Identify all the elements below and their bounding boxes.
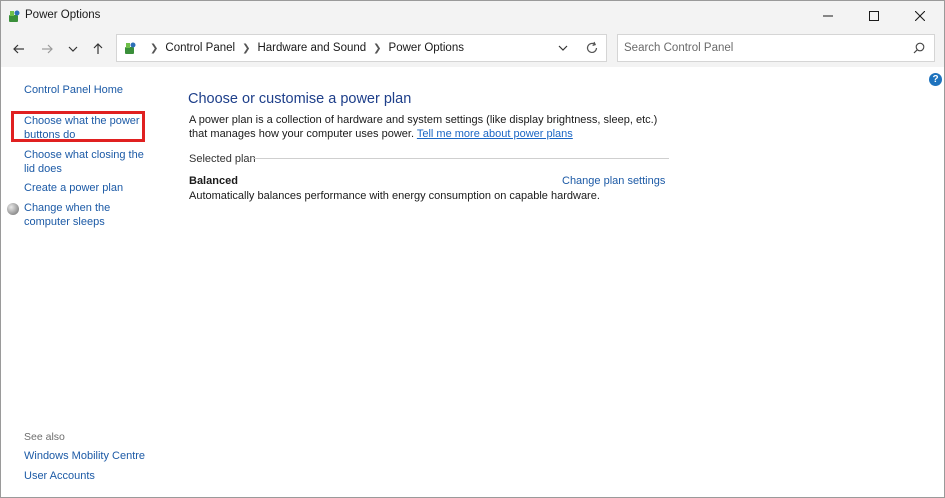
see-also-mobility-centre[interactable]: Windows Mobility Centre	[24, 450, 145, 464]
maximize-button[interactable]	[851, 1, 897, 31]
breadcrumb-separator-icon: ❯	[150, 42, 159, 54]
maximize-icon	[869, 11, 879, 21]
plan-name: Balanced	[189, 175, 238, 187]
window-title: Power Options	[25, 9, 101, 21]
up-button[interactable]	[88, 39, 108, 59]
learn-more-link[interactable]: Tell me more about power plans	[417, 128, 573, 140]
breadcrumb-separator-icon: ❯	[373, 42, 382, 54]
breadcrumb-separator-icon: ❯	[242, 42, 251, 54]
address-bar[interactable]: ❯ Control Panel ❯ Hardware and Sound ❯ P…	[116, 34, 607, 62]
sidebar-item-sleep[interactable]: Change when the computer sleeps	[24, 202, 154, 229]
breadcrumb: ❯ Control Panel ❯ Hardware and Sound ❯ P…	[143, 42, 464, 54]
forward-button[interactable]	[37, 39, 57, 59]
address-dropdown-icon[interactable]	[557, 42, 569, 54]
close-button[interactable]	[897, 1, 943, 31]
sidebar-item-create-plan[interactable]: Create a power plan	[24, 182, 123, 196]
recent-locations-button[interactable]	[63, 39, 83, 59]
change-plan-settings-link[interactable]: Change plan settings	[562, 175, 665, 187]
back-button[interactable]	[9, 39, 29, 59]
page-title: Choose or customise a power plan	[188, 91, 412, 107]
search-box[interactable]	[617, 34, 935, 62]
control-panel-icon	[125, 42, 136, 54]
title-bar: Power Options	[1, 1, 944, 31]
sidebar-item-closing-lid[interactable]: Choose what closing the lid does	[24, 149, 152, 176]
minimize-button[interactable]	[805, 1, 851, 31]
plan-description: Automatically balances performance with …	[189, 190, 600, 202]
see-also-user-accounts[interactable]: User Accounts	[24, 470, 95, 484]
minimize-icon	[823, 15, 833, 17]
page-description: A power plan is a collection of hardware…	[189, 114, 659, 141]
chevron-down-icon	[68, 46, 78, 52]
sidebar-item-control-panel-home[interactable]: Control Panel Home	[24, 84, 123, 98]
power-options-app-icon	[9, 10, 20, 22]
arrow-up-icon	[93, 43, 103, 54]
power-options-window: Power Options ❯ Control Panel ❯ Hardware…	[0, 0, 945, 498]
help-icon[interactable]: ?	[929, 73, 942, 86]
close-icon	[915, 11, 925, 21]
breadcrumb-control-panel[interactable]: Control Panel	[165, 42, 235, 54]
arrow-right-icon	[42, 44, 53, 54]
search-icon[interactable]	[913, 42, 925, 54]
sleep-moon-icon	[7, 203, 19, 215]
highlight-box	[11, 111, 145, 142]
refresh-icon[interactable]	[585, 41, 599, 55]
section-divider	[253, 158, 669, 159]
arrow-left-icon	[13, 44, 24, 54]
selected-plan-label: Selected plan	[189, 153, 256, 165]
breadcrumb-hardware-and-sound[interactable]: Hardware and Sound	[257, 42, 366, 54]
search-input[interactable]	[624, 40, 904, 56]
navigation-bar: ❯ Control Panel ❯ Hardware and Sound ❯ P…	[1, 31, 944, 67]
breadcrumb-power-options[interactable]: Power Options	[389, 42, 464, 54]
see-also-heading: See also	[24, 431, 65, 443]
